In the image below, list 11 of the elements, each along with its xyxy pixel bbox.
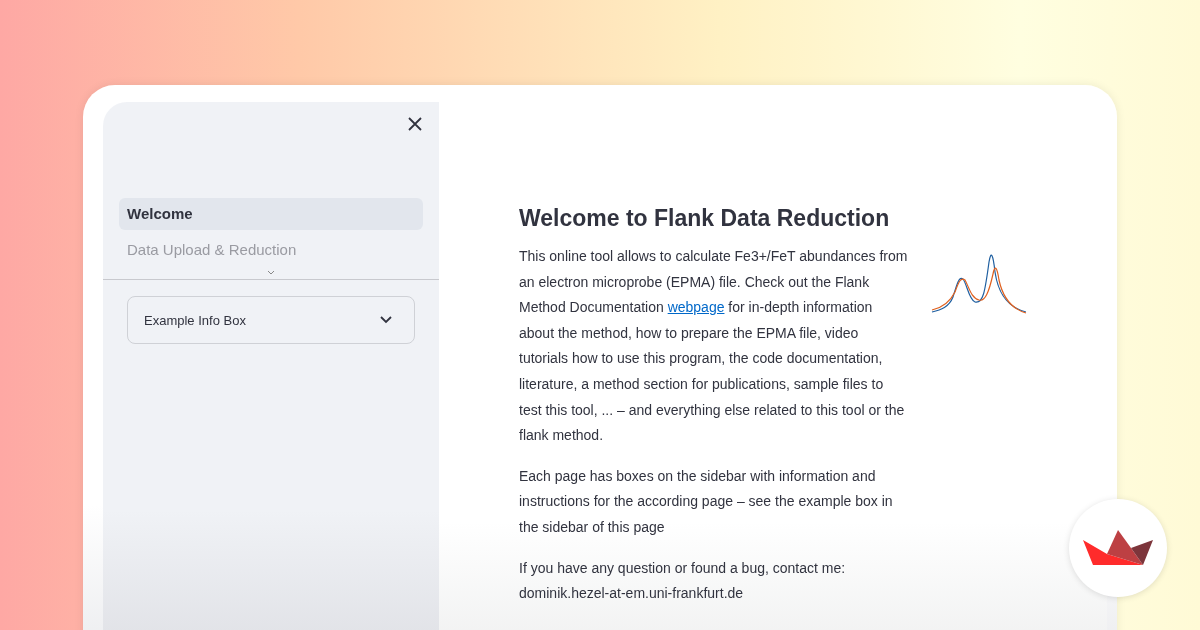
paragraph: If you have any question or found a bug, contact me: dominik.hezel-at-em.uni-frankfurt.de	[519, 558, 847, 604]
nav-item[interactable]: Welcome	[119, 198, 423, 230]
paragraph: This online tool allows to calculate Fe3+/FeT abundances from an electron microprobe (EPMA) file. Check out the Flank Method Documentation webpage for in-depth information about the method, how to prepare the EPMA file, video tutorials how to use this program, the code documentation, literature, a method section for publications, sample files to test this tool, ... – and everything else related to this tool or the flank method.	[519, 247, 909, 446]
chevron-down-icon[interactable]	[267, 270, 275, 275]
paragraph: Each page has boxes on the sidebar with information and instructions for the according page – see the example box in the sidebar of this page	[519, 466, 894, 537]
page-title: Welcome to Flank Data Reduction	[519, 204, 891, 233]
link[interactable]: webpage	[667, 299, 725, 316]
expander[interactable]: Example Info Box	[127, 296, 415, 344]
close-icon[interactable]	[408, 117, 422, 131]
boat-icon	[1083, 530, 1153, 566]
chevron-down-icon	[380, 316, 392, 324]
